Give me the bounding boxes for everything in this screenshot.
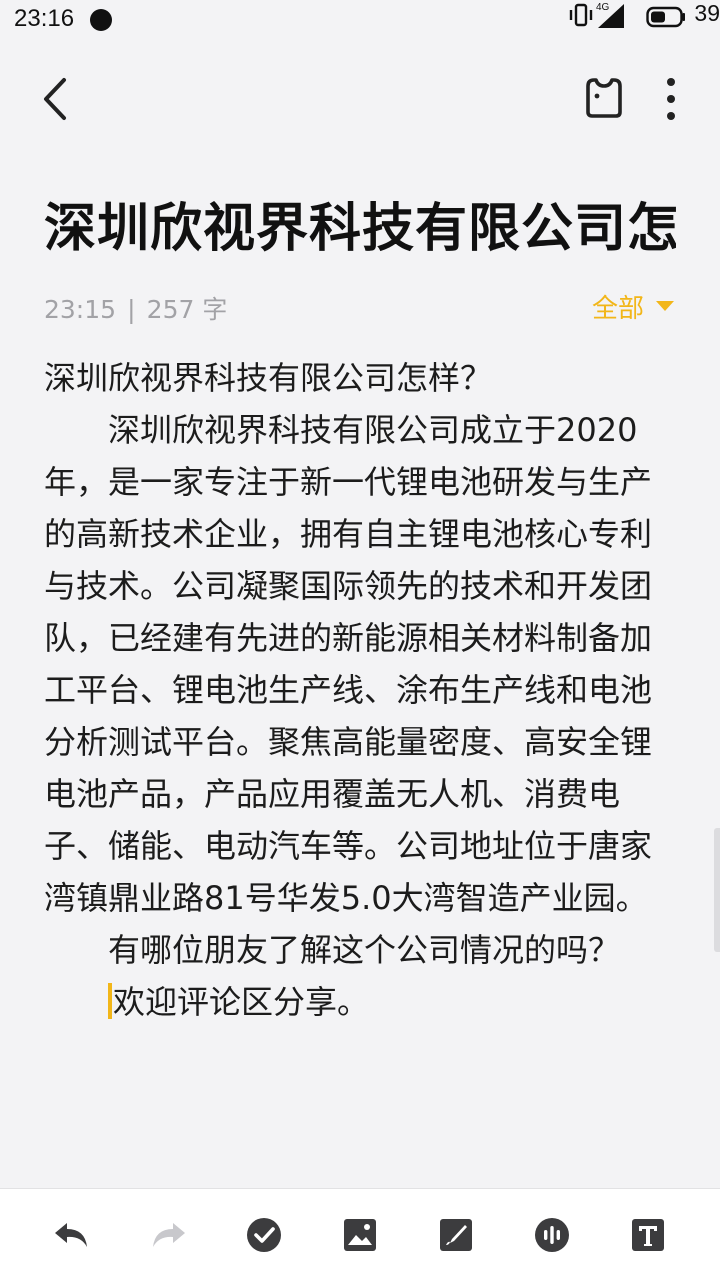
word-count: 257 字 — [146, 295, 228, 324]
note-paragraph-last: 欢迎评论区分享。 — [44, 976, 676, 1028]
draw-button[interactable] — [436, 1215, 476, 1255]
checklist-button[interactable] — [244, 1215, 284, 1255]
note-paragraph: 深圳欣视界科技有限公司成立于2020年，是一家专注于新一代锂电池研发与生产的高新… — [44, 411, 653, 917]
signal-icon: 4G — [594, 0, 628, 34]
meta-separator: | — [127, 295, 136, 324]
undo-button[interactable] — [52, 1215, 92, 1255]
redo-icon — [153, 1223, 185, 1247]
text-cursor — [108, 983, 112, 1019]
checklist-icon — [247, 1218, 281, 1252]
text-format-icon — [632, 1219, 664, 1251]
voice-button[interactable] — [532, 1215, 572, 1255]
scrollbar[interactable] — [714, 828, 720, 952]
note-title[interactable]: 深圳欣视界科技有限公司怎样？ — [44, 186, 676, 266]
voice-icon — [535, 1218, 569, 1252]
network-type-label: 4G — [596, 2, 610, 13]
share-button[interactable] — [582, 74, 626, 122]
chevron-left-icon — [44, 78, 66, 120]
note-paragraph: 深圳欣视界科技有限公司怎样？ — [44, 359, 493, 397]
insert-image-button[interactable] — [340, 1215, 380, 1255]
share-icon — [586, 78, 622, 118]
notification-dot-icon — [90, 9, 112, 31]
redo-button[interactable] — [148, 1215, 188, 1255]
category-dropdown[interactable]: 全部 — [592, 288, 676, 324]
top-toolbar — [0, 60, 720, 140]
more-vertical-icon — [667, 78, 675, 120]
text-format-button[interactable] — [628, 1215, 668, 1255]
category-label: 全部 — [591, 293, 644, 324]
battery-icon — [646, 6, 686, 32]
undo-icon — [55, 1223, 87, 1247]
note-meta-info: 23:15 | 257 字 — [44, 290, 227, 326]
note-body[interactable]: 深圳欣视界科技有限公司怎样？ 深圳欣视界科技有限公司成立于2020年，是一家专注… — [44, 352, 676, 1028]
caret-down-icon — [656, 301, 674, 311]
status-time: 23:16 — [14, 5, 75, 32]
vibrate-icon — [568, 2, 594, 32]
status-bar: 23:16 4G 39 — [0, 0, 720, 40]
note-time: 23:15 — [44, 295, 117, 324]
note-paragraph-text: 欢迎评论区分享。 — [113, 983, 370, 1021]
back-button[interactable] — [36, 74, 76, 124]
note-paragraph: 有哪位朋友了解这个公司情况的吗？ — [108, 931, 621, 969]
note-meta: 23:15 | 257 字 全部 — [44, 290, 676, 330]
image-icon — [344, 1219, 376, 1251]
bottom-toolbar — [0, 1188, 720, 1281]
battery-level: 39 — [694, 0, 720, 26]
brush-icon — [440, 1219, 472, 1251]
more-options-button[interactable] — [656, 74, 686, 124]
